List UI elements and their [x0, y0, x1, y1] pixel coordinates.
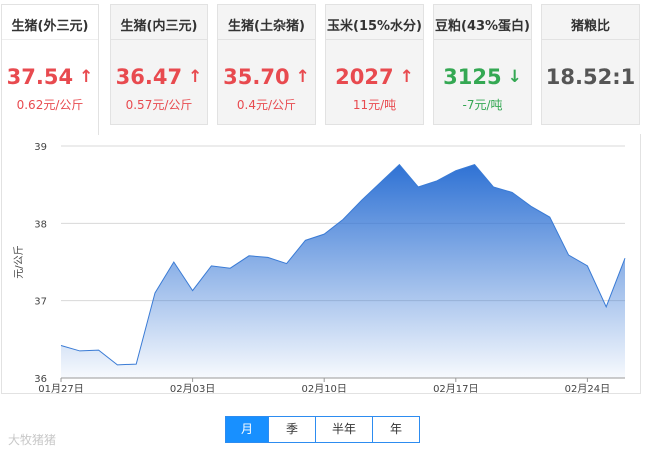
price-value: 37.54	[6, 65, 74, 89]
y-tick-label: 37	[34, 297, 47, 308]
card-change: -7元/吨	[462, 98, 503, 112]
x-tick-label: 02月24日	[565, 383, 610, 393]
price-card[interactable]: 生猪(外三元) 37.54 ↑ 0.62元/公斤	[1, 4, 99, 135]
card-change: 11元/吨	[352, 98, 397, 112]
y-axis-label: 元/公斤	[13, 245, 25, 278]
range-button[interactable]: 年	[373, 417, 419, 442]
arrow-up-icon: ↑	[295, 67, 310, 87]
watermark-text: 大牧猪猪	[8, 433, 57, 447]
x-tick-label: 02月10日	[301, 383, 346, 393]
price-value: 35.70	[223, 65, 290, 89]
card-divider	[542, 39, 639, 40]
card-change: 0.4元/公斤	[236, 98, 297, 112]
arrow-up-icon: ↑	[188, 67, 203, 87]
card-divider	[111, 39, 207, 40]
price-trend-chart: 36373839元/公斤01月27日 02月03日 02月10日 02月17日 02月2…	[13, 142, 626, 395]
arrow-down-icon: ↓	[507, 67, 522, 87]
card-price: 3125 ↓	[434, 65, 531, 89]
range-button[interactable]: 半年	[316, 417, 373, 442]
range-button[interactable]: 季	[269, 417, 316, 442]
y-tick-label: 38	[34, 219, 47, 230]
card-price: 18.52:1	[542, 65, 639, 89]
price-cards: 生猪(外三元) 37.54 ↑ 0.62元/公斤 生猪(内三元) 36.47 ↑ 0.57元/…	[0, 0, 648, 135]
price-card[interactable]: 猪粮比 18.52:1	[541, 4, 640, 125]
card-title: 生猪(内三元)	[120, 19, 198, 34]
arrow-up-icon: ↑	[399, 67, 414, 87]
x-tick-label: 02月17日	[433, 383, 478, 393]
price-value: 18.52:1	[545, 65, 636, 89]
watermark: 大牧猪猪	[8, 431, 56, 448]
card-divider	[218, 39, 315, 40]
price-value: 2027	[335, 65, 394, 89]
price-card[interactable]: 豆粕(43%蛋白) 3125 ↓ -7元/吨	[433, 4, 532, 125]
price-value: 36.47	[115, 65, 183, 89]
card-title: 豆粕(43%蛋白)	[435, 19, 530, 34]
card-divider	[434, 39, 531, 40]
chart-container: 36 37 38 39 元/公斤 01月27日 02月03日 02月10日 02月17日 02月2…	[1, 134, 641, 395]
arrow-up-icon: ↑	[79, 67, 94, 87]
card-price: 35.70 ↑	[218, 65, 315, 89]
card-title: 猪粮比	[570, 19, 610, 34]
card-title: 玉米(15%水分)	[327, 19, 422, 34]
x-tick-label: 01月27日	[38, 383, 83, 393]
price-card[interactable]: 生猪(土杂猪) 35.70 ↑ 0.4元/公斤	[217, 4, 316, 125]
card-title: 生猪(土杂猪)	[228, 19, 305, 34]
range-button[interactable]: 月	[226, 417, 269, 442]
card-change: 0.62元/公斤	[16, 98, 84, 112]
price-value: 3125	[443, 65, 502, 89]
card-change: 0.57元/公斤	[125, 98, 193, 112]
price-card[interactable]: 生猪(内三元) 36.47 ↑ 0.57元/公斤	[110, 4, 208, 125]
series-area	[61, 164, 625, 378]
x-tick-label: 02月03日	[170, 383, 215, 393]
card-price: 36.47 ↑	[111, 65, 207, 89]
range-selector: 月季半年年	[225, 416, 420, 443]
card-price: 2027 ↑	[326, 65, 423, 89]
y-tick-label: 39	[34, 142, 47, 153]
price-card[interactable]: 玉米(15%水分) 2027 ↑ 11元/吨	[325, 4, 424, 125]
card-divider	[326, 39, 423, 40]
card-price: 37.54 ↑	[2, 65, 98, 89]
card-divider	[2, 39, 98, 40]
card-title: 生猪(外三元)	[11, 19, 89, 34]
